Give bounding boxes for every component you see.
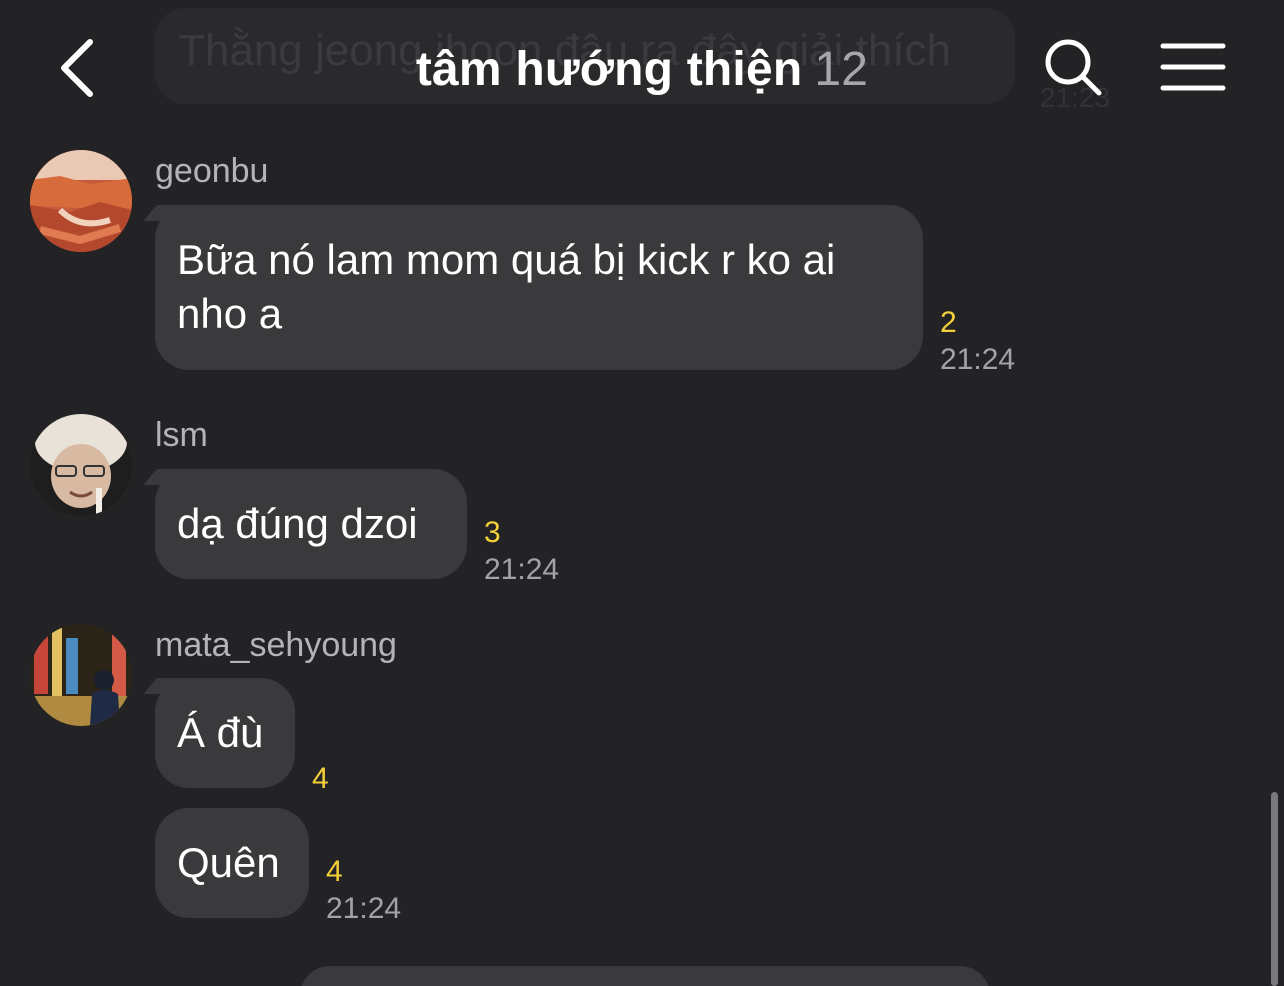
scrollbar[interactable] [1271, 792, 1278, 986]
message-text: Quên [177, 839, 280, 886]
message-bubble[interactable]: Bữa nó lam mom quá bị kick r ko ai nho a [155, 205, 923, 370]
member-count: 12 [814, 43, 869, 96]
unread-count: 2 [940, 306, 957, 339]
message-time: 21:24 [484, 553, 560, 586]
search-icon[interactable] [1042, 36, 1104, 98]
unread-count: 4 [312, 762, 329, 795]
message-time: 21:24 [940, 343, 1016, 376]
chat-title-name: tâm hướng thiện [415, 43, 803, 96]
message-bubble[interactable]: Quên [155, 808, 309, 918]
sender-name: geonbu [155, 152, 269, 190]
avatar-mata-sehyoung[interactable] [30, 624, 132, 726]
avatar-geonbu[interactable] [30, 150, 132, 252]
avatar-lsm[interactable] [30, 414, 132, 516]
message-bubble[interactable]: Á đù [155, 678, 295, 788]
sender-name: mata_sehyoung [155, 626, 397, 664]
sender-name: lsm [155, 416, 208, 454]
unread-count: 3 [484, 516, 501, 549]
message-bubble[interactable]: dạ đúng dzoi [155, 469, 467, 579]
message-text: dạ đúng dzoi [177, 500, 418, 547]
message-text: Bữa nó lam mom quá bị kick r ko ai nho a [177, 236, 836, 337]
message-text: Á đù [177, 709, 264, 756]
next-message-bubble[interactable] [300, 966, 990, 986]
chat-header: tâm hướng thiện 12 [0, 0, 1284, 130]
message-time: 21:24 [326, 892, 402, 925]
menu-icon[interactable] [1160, 40, 1226, 94]
unread-count: 4 [326, 855, 343, 888]
